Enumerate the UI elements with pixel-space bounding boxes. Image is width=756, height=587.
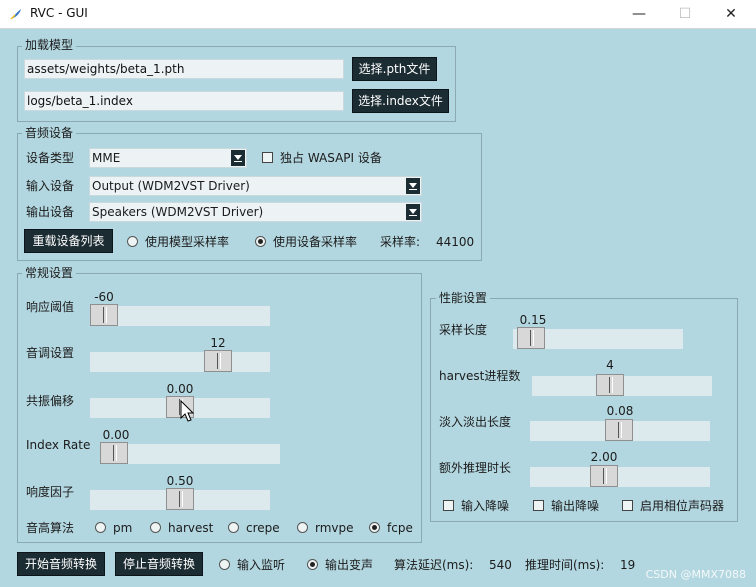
device-samplerate-label: 使用设备采样率 [273, 235, 358, 249]
exclusive-wasapi-checkbox[interactable] [262, 152, 273, 163]
algo-rmvpe-radio[interactable] [297, 522, 308, 533]
minimize-button[interactable]: — [616, 0, 662, 28]
extra-time-slider[interactable] [530, 465, 710, 487]
input-device-value: Output (WDM2VST Driver) [92, 179, 250, 193]
model-samplerate-radio[interactable] [127, 236, 138, 247]
output-voice-label: 输出变声 [325, 558, 374, 572]
loudness-value: 0.50 [166, 474, 194, 488]
model-samplerate-label: 使用模型采样率 [145, 235, 230, 249]
output-denoise-label: 输出降噪 [551, 499, 600, 513]
phase-vocoder-label: 启用相位声码器 [640, 499, 725, 513]
algo-rmvpe-label: rmvpe [315, 521, 354, 535]
chevron-down-icon [231, 150, 245, 166]
index-rate-value: 0.00 [102, 428, 130, 442]
pitch-slider[interactable] [90, 350, 270, 372]
select-index-button[interactable]: 选择.index文件 [352, 89, 449, 113]
algo-harvest-label: harvest [168, 521, 214, 535]
algo-harvest-radio[interactable] [150, 522, 161, 533]
select-pth-button[interactable]: 选择.pth文件 [352, 57, 437, 81]
algo-pm-radio[interactable] [95, 522, 106, 533]
output-voice-radio[interactable] [307, 559, 318, 570]
slider-handle[interactable] [590, 465, 618, 487]
output-device-value: Speakers (WDM2VST Driver) [92, 205, 264, 219]
threshold-slider[interactable] [90, 304, 270, 326]
crossfade-slider[interactable] [530, 419, 710, 441]
chevron-down-icon [406, 204, 420, 220]
close-button[interactable]: ✕ [708, 0, 754, 28]
start-conversion-button[interactable]: 开始音频转换 [17, 552, 105, 576]
slider-handle[interactable] [90, 304, 118, 326]
infer-time-value: 19 [620, 558, 636, 572]
algo-pm-label: pm [113, 521, 133, 535]
latency-label: 算法延迟(ms): [394, 558, 474, 572]
window-title: RVC - GUI [30, 6, 88, 20]
algo-fcpe-radio[interactable] [369, 522, 380, 533]
output-device-label: 输出设备 [26, 205, 75, 219]
device-type-value: MME [92, 151, 121, 165]
pth-path-input[interactable]: assets/weights/beta_1.pth [24, 59, 344, 79]
harvest-process-slider[interactable] [532, 374, 712, 396]
performance-legend: 性能设置 [436, 291, 491, 305]
python-feather-icon [10, 9, 21, 20]
block-time-slider[interactable] [513, 327, 683, 349]
index-rate-label: Index Rate [26, 438, 91, 452]
formant-value: 0.00 [166, 382, 194, 396]
stop-conversion-button[interactable]: 停止音频转换 [115, 552, 203, 576]
pitch-algorithm-label: 音高算法 [26, 521, 75, 535]
input-device-select[interactable]: Output (WDM2VST Driver) [89, 176, 422, 196]
mouse-cursor-icon [180, 400, 195, 422]
crossfade-value: 0.08 [606, 404, 634, 418]
algo-crepe-radio[interactable] [228, 522, 239, 533]
slider-handle[interactable] [166, 488, 194, 510]
device-type-label: 设备类型 [26, 151, 75, 165]
chevron-down-icon [406, 178, 420, 194]
index-path-input[interactable]: logs/beta_1.index [24, 91, 344, 111]
slider-handle[interactable] [596, 374, 624, 396]
monitor-input-radio[interactable] [219, 559, 230, 570]
input-denoise-label: 输入降噪 [461, 499, 510, 513]
device-type-select[interactable]: MME [89, 148, 247, 168]
watermark: CSDN @MMX7088 [645, 568, 746, 581]
harvest-process-label: harvest进程数 [439, 369, 521, 383]
formant-label: 共振偏移 [26, 394, 75, 408]
slider-handle[interactable] [100, 442, 128, 464]
exclusive-wasapi-label: 独占 WASAPI 设备 [280, 151, 382, 165]
pitch-value: 12 [210, 336, 226, 350]
harvest-process-value: 4 [606, 358, 614, 372]
phase-vocoder-checkbox[interactable] [622, 500, 633, 511]
block-time-label: 采样长度 [439, 323, 488, 337]
pitch-label: 音调设置 [26, 346, 75, 360]
slider-handle[interactable] [517, 327, 545, 349]
monitor-input-label: 输入监听 [237, 558, 286, 572]
loudness-slider[interactable] [90, 488, 270, 510]
reload-devices-button[interactable]: 重载设备列表 [24, 229, 113, 253]
index-rate-slider[interactable] [100, 442, 280, 464]
block-time-value: 0.15 [519, 313, 547, 327]
extra-time-value: 2.00 [590, 450, 618, 464]
algo-crepe-label: crepe [246, 521, 280, 535]
input-device-label: 输入设备 [26, 179, 75, 193]
algo-fcpe-label: fcpe [387, 521, 413, 535]
load-model-legend: 加载模型 [22, 38, 77, 52]
latency-value: 540 [489, 558, 512, 572]
slider-handle[interactable] [605, 419, 633, 441]
audio-device-legend: 音频设备 [22, 126, 77, 140]
sample-rate-value: 44100 [436, 235, 475, 249]
threshold-value: -60 [94, 290, 114, 304]
loudness-label: 响度因子 [26, 485, 75, 499]
extra-time-label: 额外推理时长 [439, 461, 512, 475]
general-settings-legend: 常规设置 [22, 266, 77, 280]
infer-time-label: 推理时间(ms): [525, 558, 605, 572]
title-bar[interactable]: RVC - GUI — ☐ ✕ [0, 0, 756, 29]
crossfade-label: 淡入淡出长度 [439, 415, 512, 429]
slider-handle[interactable] [204, 350, 232, 372]
output-device-select[interactable]: Speakers (WDM2VST Driver) [89, 202, 422, 222]
input-denoise-checkbox[interactable] [443, 500, 454, 511]
maximize-button: ☐ [678, 6, 692, 22]
sample-rate-label: 采样率: [380, 235, 421, 249]
output-denoise-checkbox[interactable] [533, 500, 544, 511]
device-samplerate-radio[interactable] [255, 236, 266, 247]
threshold-label: 响应阈值 [26, 300, 75, 314]
